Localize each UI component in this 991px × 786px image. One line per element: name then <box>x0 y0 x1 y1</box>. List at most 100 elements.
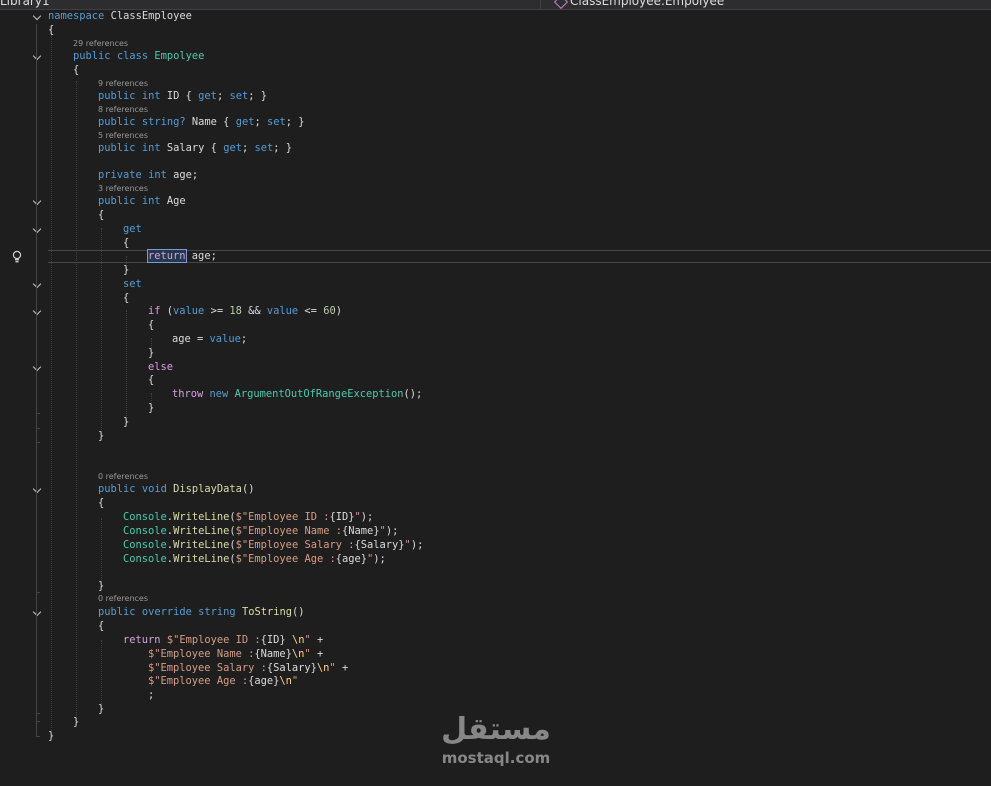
code-line-salary-property[interactable]: public int Salary { get; set; } <box>98 142 292 155</box>
code-line-concat[interactable]: $"Employee Name :{Name}\n" + <box>148 648 323 661</box>
brace-open: { <box>98 209 105 221</box>
code-line-assign[interactable]: age = value; <box>172 333 247 346</box>
code-line-id-property[interactable]: public int ID { get; set; } <box>98 90 267 103</box>
code-line-writeline[interactable]: Console.WriteLine($"Employee Name :{Name… <box>123 525 398 538</box>
string-literal: $"Employee Age : <box>148 675 249 687</box>
else-keyword: else <box>148 361 174 373</box>
code-line-class-decl[interactable]: public class Empolyee <box>73 50 204 63</box>
collapse-age-property-icon[interactable] <box>33 198 41 206</box>
codelens-displaydata-references[interactable]: 0 references <box>98 472 148 482</box>
code-line-age-property[interactable]: public int Age <box>98 195 186 208</box>
code-line-writeline[interactable]: Console.WriteLine($"Employee Salary :{Sa… <box>123 539 423 552</box>
code-line-brace[interactable]: { <box>123 237 129 250</box>
code-line-brace[interactable]: } <box>148 347 154 360</box>
indent-guide <box>126 310 127 422</box>
string-literal: $"Employee Salary : <box>235 539 355 551</box>
public-keyword: public <box>98 116 136 128</box>
class-icon <box>553 0 569 9</box>
paren-close: ) <box>335 305 342 317</box>
collapse-if-icon[interactable] <box>33 308 41 316</box>
codelens-id-references[interactable]: 9 references <box>98 79 148 89</box>
interpolation: {Salary} <box>266 662 317 674</box>
collapse-else-icon[interactable] <box>33 364 41 372</box>
code-line-brace[interactable]: } <box>73 716 79 729</box>
code-line-brace[interactable]: } <box>98 430 104 443</box>
escape-sequence: \n <box>316 662 330 674</box>
operator: && <box>241 305 267 317</box>
get-keyword: get <box>235 116 255 128</box>
public-keyword: public <box>98 90 136 102</box>
code-line-brace[interactable]: } <box>98 703 104 716</box>
field-name: age; <box>173 169 199 181</box>
watermark-latin: mostaql.com <box>441 749 551 767</box>
code-line-concat[interactable]: $"Employee Age :{age}\n" <box>148 675 298 688</box>
call-end: ); <box>385 525 399 537</box>
code-line-brace[interactable]: } <box>123 416 129 429</box>
method-name: DisplayData <box>173 483 242 495</box>
string-keyword: string? <box>141 116 186 128</box>
code-editor[interactable]: namespace ClassEmployee { 29 references … <box>0 10 991 786</box>
code-line-writeline[interactable]: Console.WriteLine($"Employee Age :{age}"… <box>123 553 386 566</box>
code-line-get[interactable]: get <box>123 223 142 236</box>
collapse-displaydata-icon[interactable] <box>33 486 41 494</box>
brace-close: } <box>123 416 130 428</box>
code-line-brace[interactable]: { <box>73 64 79 77</box>
code-line-brace[interactable]: { <box>98 497 104 510</box>
code-line-brace[interactable]: { <box>98 620 104 633</box>
string-literal: $"Employee ID : <box>235 511 330 523</box>
codelens-name-references[interactable]: 8 references <box>98 105 148 115</box>
collapse-get-icon[interactable] <box>33 226 41 234</box>
code-line-brace[interactable]: { <box>123 292 129 305</box>
accessor-open: { <box>223 116 236 128</box>
codelens-salary-references[interactable]: 5 references <box>98 131 148 141</box>
codelens-class-references[interactable]: 29 references <box>73 39 128 49</box>
code-line-writeline[interactable]: Console.WriteLine($"Employee ID :{ID}"); <box>123 511 373 524</box>
collapse-set-icon[interactable] <box>33 281 41 289</box>
code-line-brace[interactable]: } <box>123 264 129 277</box>
code-line-semicolon[interactable]: ; <box>148 689 154 702</box>
codelens-tostring-references[interactable]: 0 references <box>98 594 148 604</box>
public-keyword: public <box>73 50 111 62</box>
code-line-brace[interactable]: } <box>148 402 154 415</box>
code-line-if[interactable]: if (value >= 18 && value <= 60) <box>148 305 342 318</box>
code-line-brace[interactable]: { <box>48 24 54 37</box>
code-line-brace[interactable]: { <box>98 209 104 222</box>
property-name: Salary <box>166 142 205 154</box>
fold-range-end <box>36 592 40 593</box>
code-line-else[interactable]: else <box>148 361 173 374</box>
code-line-throw[interactable]: throw new ArgumentOutOfRangeException(); <box>172 388 422 401</box>
code-line-displaydata-decl[interactable]: public void DisplayData() <box>98 483 254 496</box>
project-dropdown[interactable]: Library1 <box>0 0 50 8</box>
fold-range-end <box>36 442 40 443</box>
code-line-tostring-decl[interactable]: public override string ToString() <box>98 606 305 619</box>
collapse-class-icon[interactable] <box>33 53 41 61</box>
fold-range-end <box>36 721 40 722</box>
code-line-brace[interactable]: } <box>48 730 54 743</box>
set-keyword: set <box>254 142 274 154</box>
brace-open: { <box>98 497 105 509</box>
code-line-set[interactable]: set <box>123 278 142 291</box>
fold-range-line <box>36 24 37 737</box>
interpolation: {Name} <box>254 648 292 660</box>
collapse-tostring-icon[interactable] <box>33 609 41 617</box>
public-keyword: public <box>98 195 136 207</box>
code-line-return-string[interactable]: return $"Employee ID :{ID} \n" + <box>123 634 323 647</box>
collapse-namespace-icon[interactable] <box>33 13 41 21</box>
tab-separator <box>540 0 541 9</box>
code-line-name-property[interactable]: public string? Name { get; set; } <box>98 116 305 129</box>
member-dropdown[interactable]: ClassEmployee.Empolyee <box>553 0 724 9</box>
paren-open: ( <box>160 305 174 317</box>
indent-guide <box>51 28 52 736</box>
code-line-brace[interactable]: { <box>148 319 154 332</box>
code-line-return-age[interactable]: return age; <box>147 249 217 263</box>
code-line-brace[interactable]: } <box>98 580 104 593</box>
code-line-concat[interactable]: $"Employee Salary :{Salary}\n" + <box>148 662 348 675</box>
writeline-method: WriteLine <box>173 511 230 523</box>
code-line-age-field[interactable]: private int age; <box>98 169 198 182</box>
accessor-sep: ; <box>216 90 230 102</box>
code-line-brace[interactable]: { <box>148 374 154 387</box>
lightbulb-icon[interactable] <box>11 250 23 264</box>
code-line-namespace[interactable]: namespace ClassEmployee <box>48 10 192 23</box>
codelens-age-references[interactable]: 3 references <box>98 184 148 194</box>
return-expression: age; <box>185 250 217 262</box>
